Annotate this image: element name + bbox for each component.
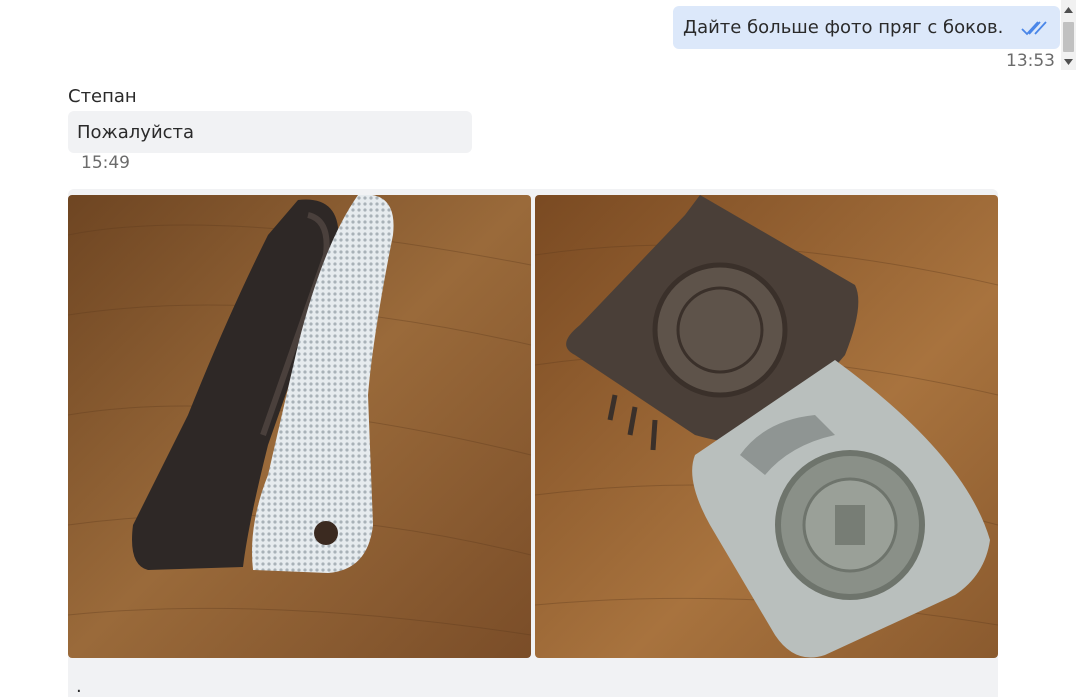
chat-history: Дайте больше фото пряг с боков. 13:53 Ст… bbox=[0, 0, 1089, 697]
scrollbar[interactable] bbox=[1061, 0, 1076, 70]
outgoing-message-bubble[interactable]: Дайте больше фото пряг с боков. bbox=[673, 6, 1060, 49]
sender-name[interactable]: Степан bbox=[68, 86, 137, 107]
photo-caption: . bbox=[76, 676, 82, 697]
scroll-down-arrow-icon[interactable] bbox=[1064, 57, 1073, 66]
scrollbar-thumb[interactable] bbox=[1063, 22, 1074, 52]
incoming-message-bubble[interactable]: Пожалуйста bbox=[68, 111, 472, 153]
scroll-up-arrow-icon[interactable] bbox=[1064, 5, 1073, 14]
outgoing-message-time: 13:53 bbox=[1006, 51, 1055, 71]
photo-buckle-front-open[interactable] bbox=[535, 195, 998, 658]
incoming-message-time: 15:49 bbox=[81, 153, 130, 173]
incoming-message-text: Пожалуйста bbox=[77, 121, 195, 143]
photo-buckle-side-view[interactable] bbox=[68, 195, 531, 658]
outgoing-message-text: Дайте больше фото пряг с боков. bbox=[683, 17, 1004, 38]
double-check-read-icon bbox=[1018, 18, 1048, 38]
